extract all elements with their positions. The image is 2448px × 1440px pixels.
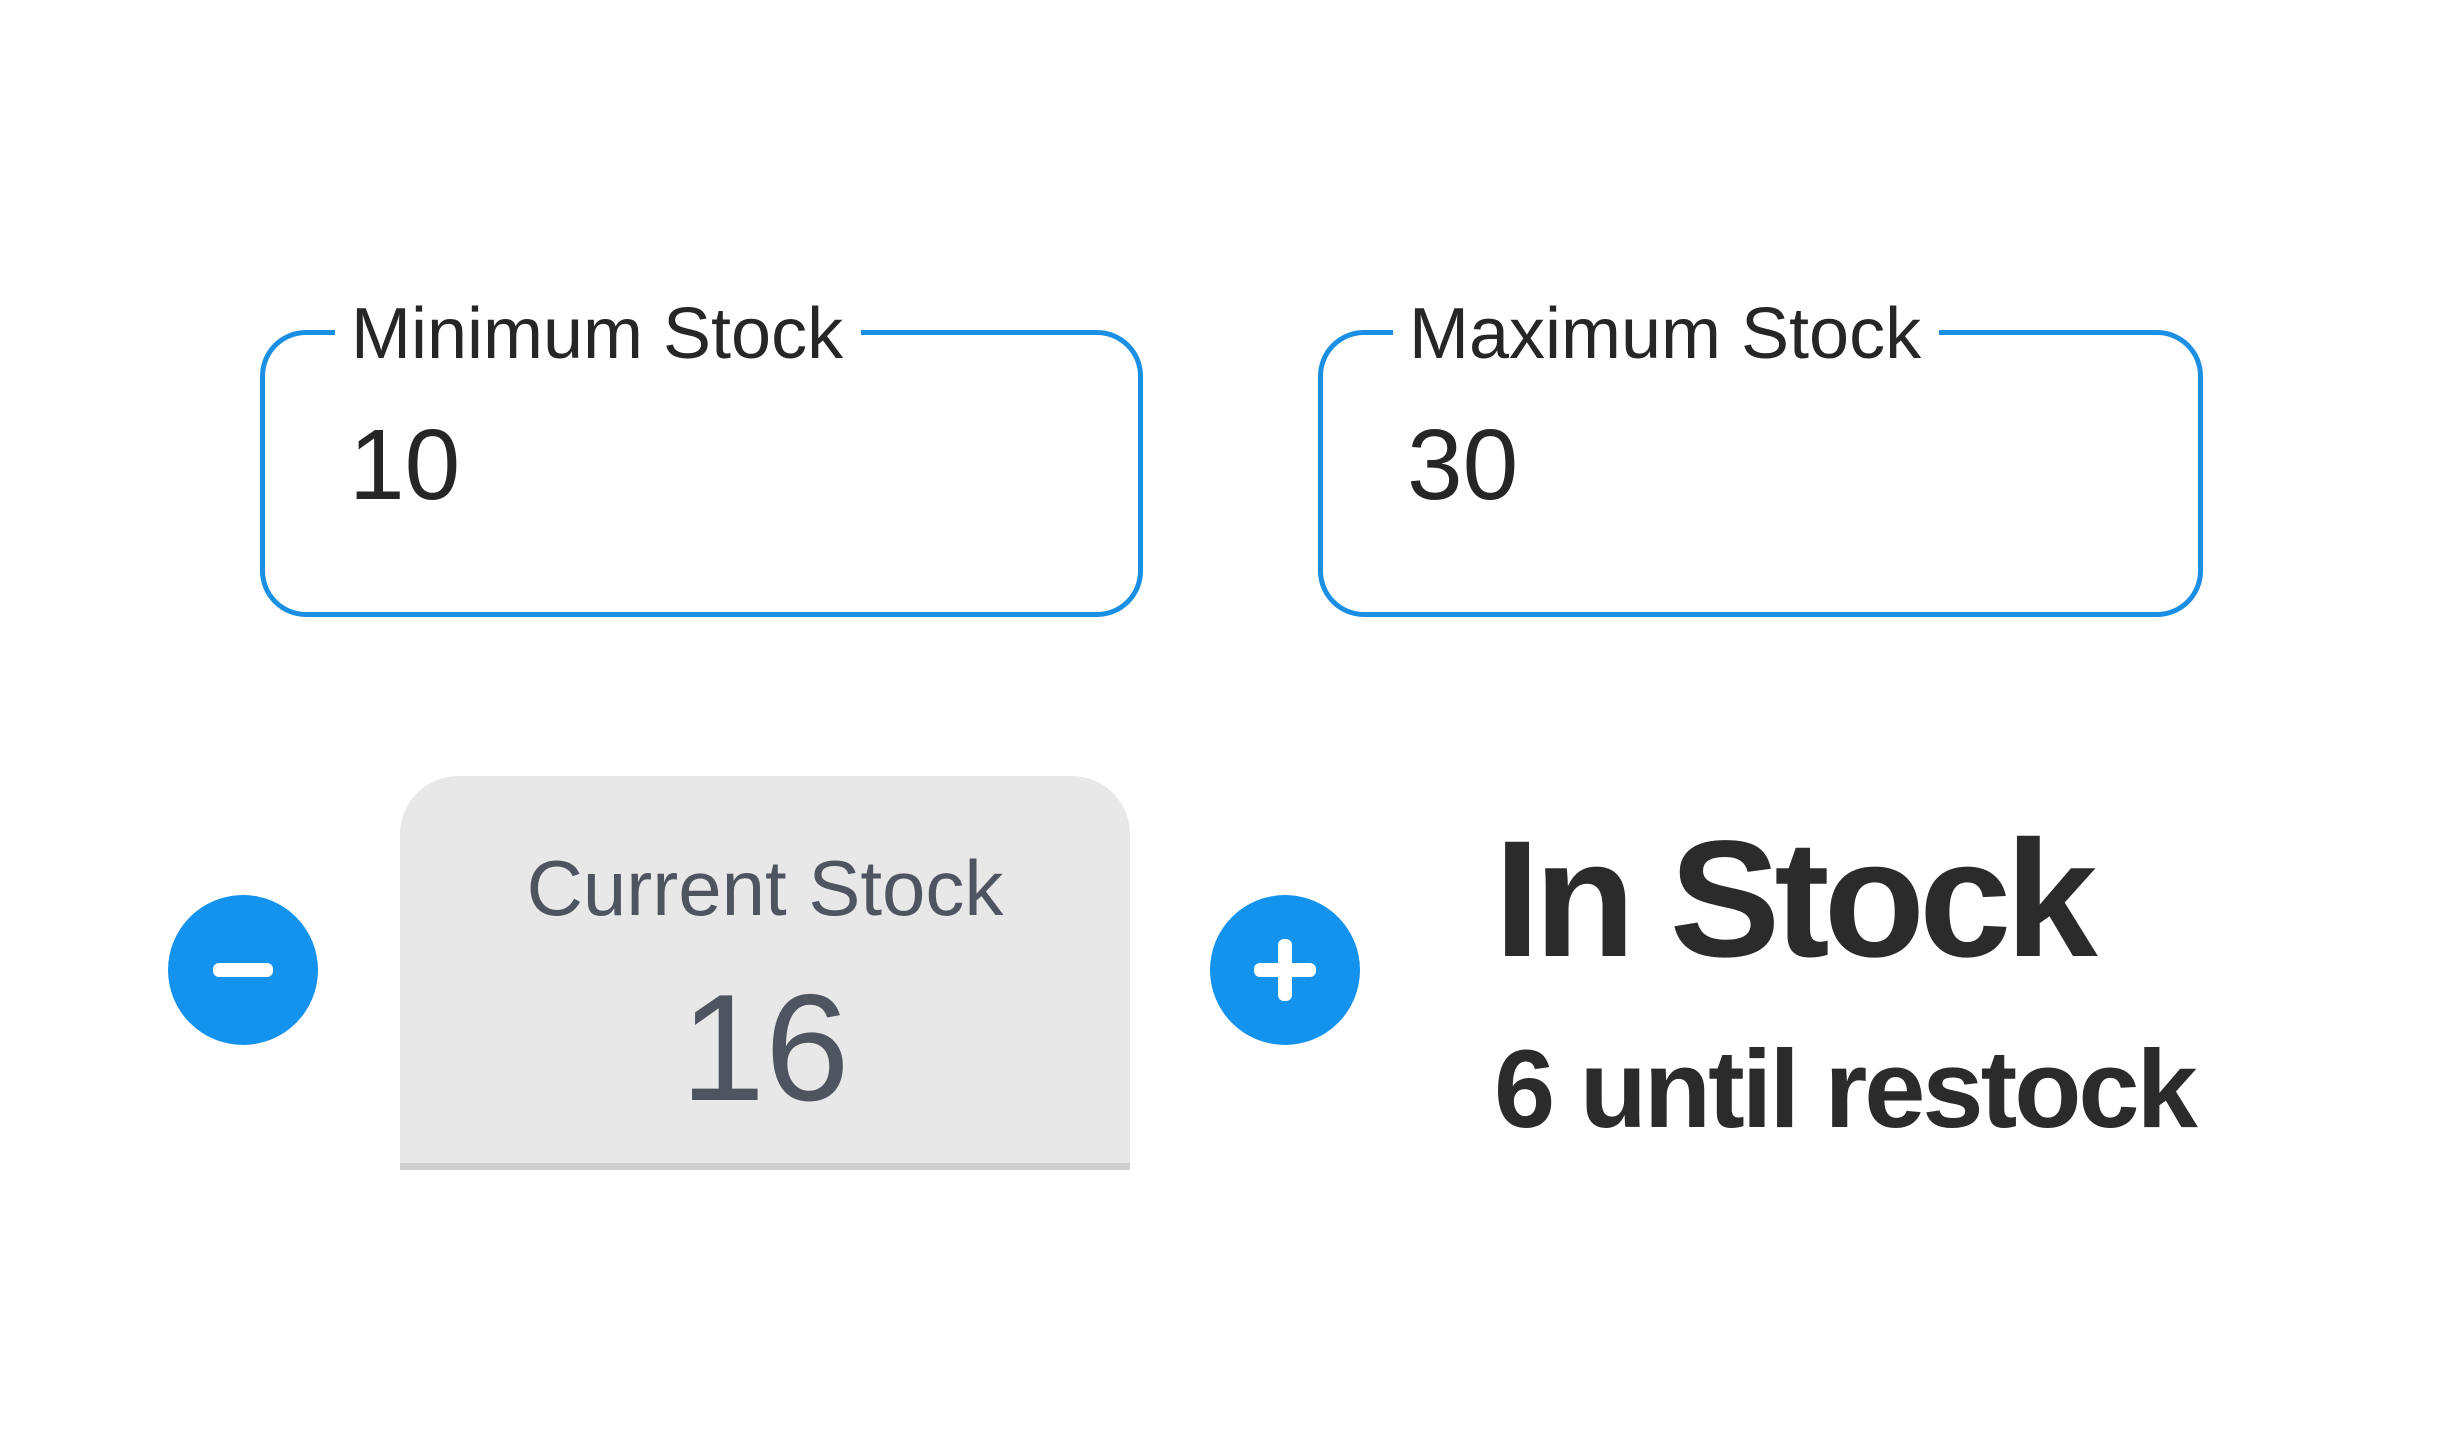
- minimum-stock-input[interactable]: 10: [349, 415, 460, 515]
- increment-button[interactable]: [1210, 895, 1360, 1045]
- maximum-stock-field[interactable]: Maximum Stock 30: [1318, 298, 2203, 617]
- current-stock-value[interactable]: 16: [400, 972, 1130, 1124]
- maximum-stock-label: Maximum Stock: [1393, 298, 1940, 370]
- minimum-stock-field[interactable]: Minimum Stock 10: [260, 298, 1143, 617]
- current-stock-label: Current Stock: [526, 844, 1004, 932]
- restock-remaining-text: 6 until restock: [1494, 1028, 2198, 1151]
- decrement-button[interactable]: [168, 895, 318, 1045]
- plus-icon: [1254, 939, 1316, 1001]
- current-stock-field[interactable]: Current Stock 16: [400, 776, 1130, 1170]
- stock-status-title: In Stock: [1494, 807, 2098, 992]
- maximum-stock-input[interactable]: 30: [1407, 415, 1518, 515]
- minus-icon: [213, 963, 273, 977]
- minimum-stock-label: Minimum Stock: [335, 298, 862, 370]
